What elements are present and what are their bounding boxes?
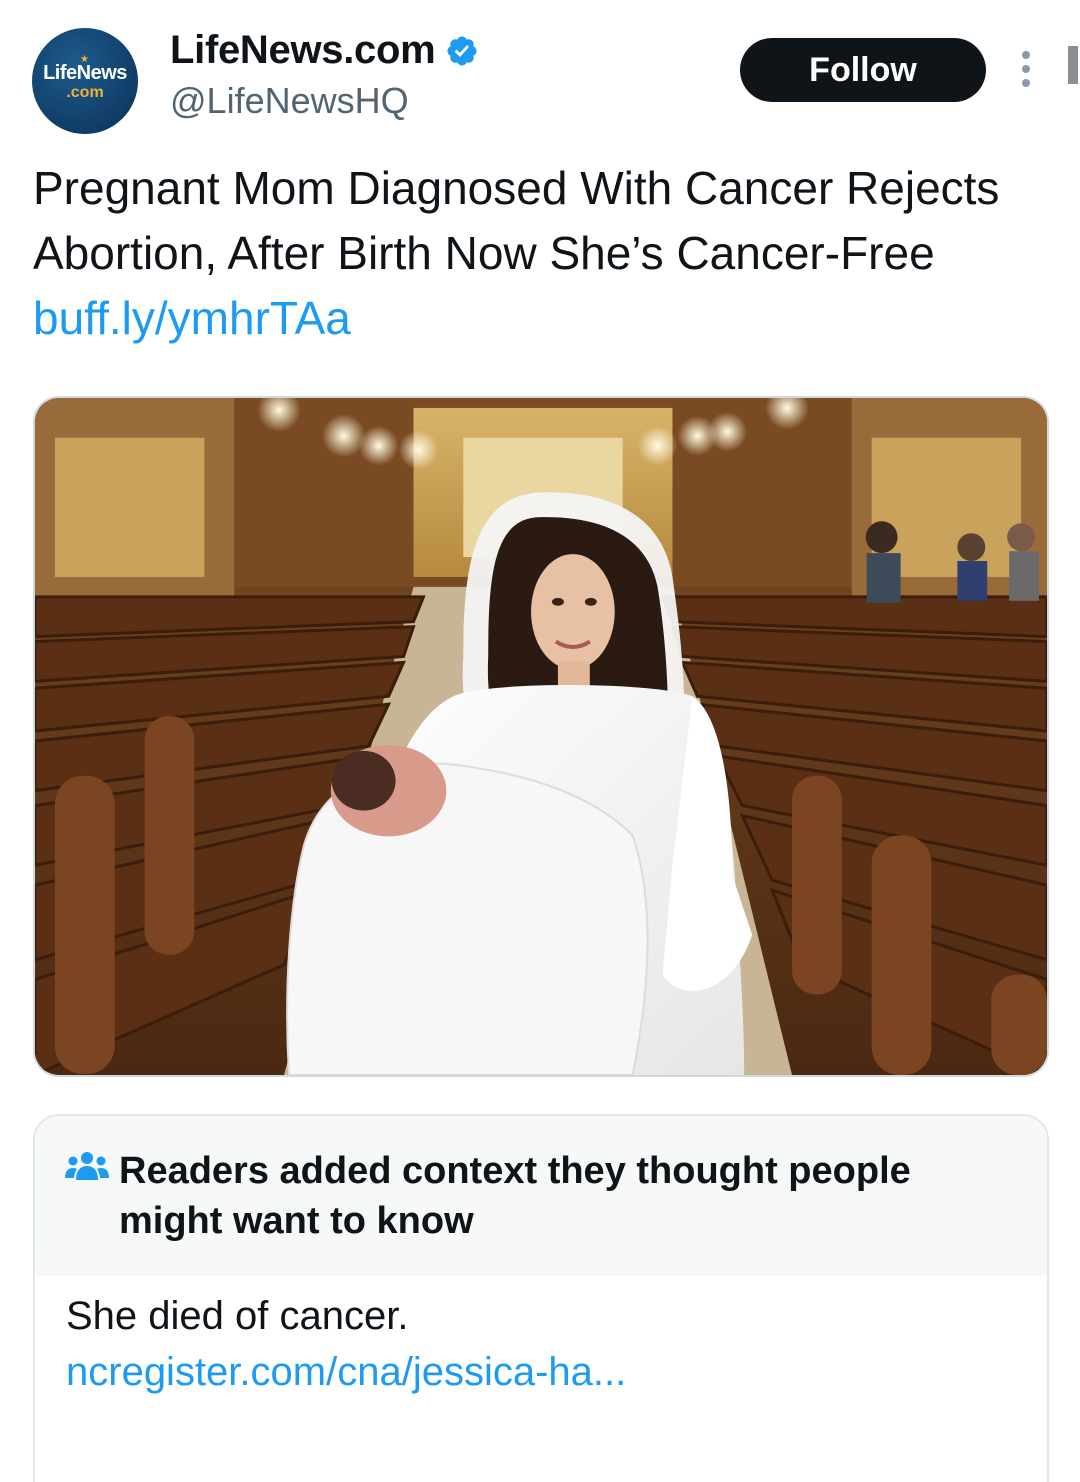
avatar-logo-suffix: .com [66, 84, 104, 101]
tweet-card: ★ LifeNews .com LifeNews.com @LifeNewsHQ… [0, 0, 1080, 1482]
verified-badge-icon [447, 35, 477, 66]
church-photo-illustration [35, 398, 1047, 1075]
avatar-logo-text: LifeNews [43, 62, 127, 84]
account-handle[interactable]: @LifeNewsHQ [170, 80, 409, 122]
community-note[interactable]: Readers added context they thought peopl… [33, 1114, 1049, 1482]
display-name-row: LifeNews.com [170, 28, 479, 73]
tweet-text: Pregnant Mom Diagnosed With Cancer Rejec… [33, 156, 1043, 351]
display-name[interactable]: LifeNews.com [170, 28, 436, 73]
more-vertical-icon[interactable] [1016, 48, 1036, 90]
community-note-source-link[interactable]: ncregister.com/cna/jessica-ha... [66, 1350, 626, 1395]
community-note-title: Readers added context they thought peopl… [119, 1150, 911, 1242]
community-note-body: She died of cancer. [66, 1294, 409, 1338]
avatar[interactable]: ★ LifeNews .com [32, 28, 138, 134]
people-icon [65, 1152, 109, 1180]
scroll-edge-indicator [1068, 46, 1078, 84]
community-note-header: Readers added context they thought peopl… [35, 1116, 1047, 1276]
tweet-image[interactable] [33, 396, 1049, 1077]
follow-button[interactable]: Follow [740, 38, 986, 102]
tweet-body: Pregnant Mom Diagnosed With Cancer Rejec… [33, 162, 1000, 279]
tweet-link[interactable]: buff.ly/ymhrTAa [33, 292, 351, 344]
